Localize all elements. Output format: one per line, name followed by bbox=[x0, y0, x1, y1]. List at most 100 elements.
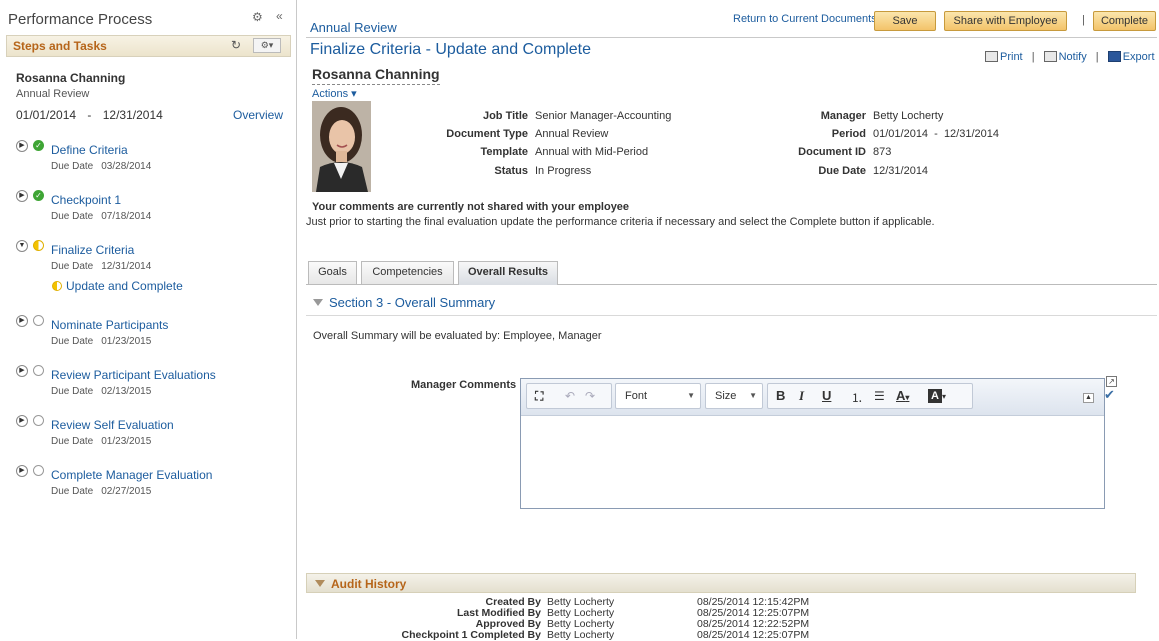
job-title-label: Job Title bbox=[482, 110, 528, 122]
expand-icon[interactable]: ▶ bbox=[16, 190, 28, 202]
background-color-glyph: A bbox=[928, 389, 942, 403]
due-label: Due Date bbox=[51, 336, 94, 347]
period-label: Period bbox=[831, 128, 866, 140]
task-link[interactable]: Checkpoint 1 bbox=[51, 193, 121, 207]
text-color-button[interactable]: A▾ bbox=[896, 388, 909, 403]
chevron-down-icon: ▼ bbox=[687, 391, 695, 400]
settings-menu-icon[interactable]: ⚙▾ bbox=[253, 38, 281, 53]
section-header[interactable]: Section 3 - Overall Summary bbox=[313, 295, 495, 310]
redo-icon[interactable]: ↷ bbox=[585, 389, 595, 403]
manager-label: Manager bbox=[820, 110, 866, 122]
in-progress-status-icon bbox=[52, 281, 62, 291]
due-date: 03/28/2014 bbox=[101, 161, 152, 172]
toolbar-group-nav: ⛶ ↶ ↷ bbox=[526, 383, 612, 409]
numbered-list-icon[interactable]: ⒈ bbox=[851, 389, 863, 406]
expand-icon[interactable]: ▶ bbox=[16, 365, 28, 377]
complete-status-icon: ✓ bbox=[33, 140, 44, 151]
task-link[interactable]: Review Participant Evaluations bbox=[51, 368, 216, 382]
print-link[interactable]: Print bbox=[1000, 51, 1023, 63]
task-link[interactable]: Review Self Evaluation bbox=[51, 418, 174, 432]
due-date-label: Due Date bbox=[818, 165, 866, 177]
due-label: Due Date bbox=[51, 436, 94, 447]
task-due: Due Date 07/18/2014 bbox=[51, 211, 151, 222]
tab-overall-results[interactable]: Overall Results bbox=[458, 261, 558, 285]
audit-label: Checkpoint 1 Completed By bbox=[401, 629, 541, 641]
size-select[interactable]: Size ▼ bbox=[705, 383, 763, 409]
printer-icon bbox=[985, 51, 998, 62]
header-separator: | bbox=[1082, 14, 1085, 26]
collapse-toolbar-icon[interactable]: ▲ bbox=[1083, 393, 1094, 403]
in-progress-status-icon bbox=[33, 240, 44, 251]
collapse-task-icon[interactable]: ▼ bbox=[16, 240, 28, 252]
collapse-icon[interactable]: « bbox=[276, 9, 283, 23]
share-with-employee-button[interactable]: Share with Employee bbox=[944, 11, 1067, 31]
due-label: Due Date bbox=[51, 261, 94, 272]
background-color-button[interactable]: A ▾ bbox=[928, 388, 946, 403]
actions-menu[interactable]: Actions ▾ bbox=[312, 87, 357, 100]
template-value: Annual with Mid-Period bbox=[535, 146, 649, 158]
expand-icon[interactable]: ▶ bbox=[16, 465, 28, 477]
underline-button[interactable]: U bbox=[822, 388, 831, 403]
tab-goals[interactable]: Goals bbox=[308, 261, 357, 285]
font-select[interactable]: Font ▼ bbox=[615, 383, 701, 409]
complete-button[interactable]: Complete bbox=[1093, 11, 1156, 31]
task-finalize-criteria: ▼ Finalize Criteria Due Date 12/31/2014 bbox=[16, 240, 286, 280]
manager-value: Betty Locherty bbox=[873, 110, 944, 122]
spell-check-icon[interactable]: ✔ bbox=[1104, 388, 1117, 401]
expand-editor-icon[interactable]: ↗ bbox=[1106, 376, 1117, 387]
bold-button[interactable]: B bbox=[776, 388, 785, 403]
italic-button[interactable]: I bbox=[799, 388, 804, 404]
employee-name: Rosanna Channing bbox=[16, 71, 126, 85]
editor-body[interactable] bbox=[521, 417, 1104, 508]
save-button[interactable]: Save bbox=[874, 11, 936, 31]
page-title: Finalize Criteria - Update and Complete bbox=[310, 41, 592, 58]
task-due: Due Date 01/23/2015 bbox=[51, 336, 151, 347]
task-link[interactable]: Finalize Criteria bbox=[51, 243, 134, 257]
expand-icon[interactable]: ▶ bbox=[16, 415, 28, 427]
due-date: 02/27/2015 bbox=[101, 486, 152, 497]
tab-competencies[interactable]: Competencies bbox=[361, 261, 454, 285]
text-color-glyph: A bbox=[896, 388, 906, 403]
panel-title: Performance Process bbox=[8, 11, 153, 28]
job-title-value: Senior Manager-Accounting bbox=[535, 110, 672, 122]
task-due: Due Date 02/13/2015 bbox=[51, 386, 151, 397]
overview-link[interactable]: Overview bbox=[233, 108, 283, 122]
not-started-status-icon bbox=[33, 365, 44, 376]
task-link[interactable]: Nominate Participants bbox=[51, 318, 168, 332]
expand-icon[interactable]: ▶ bbox=[16, 315, 28, 327]
task-checkpoint-1: ▶ ✓ Checkpoint 1 Due Date 07/18/2014 bbox=[16, 190, 286, 230]
task-due: Due Date 03/28/2014 bbox=[51, 161, 151, 172]
status-label: Status bbox=[494, 165, 528, 177]
section-title: Section 3 - Overall Summary bbox=[329, 295, 496, 310]
undo-icon[interactable]: ↶ bbox=[565, 389, 575, 403]
complete-status-icon: ✓ bbox=[33, 190, 44, 201]
audit-history-title: Audit History bbox=[315, 577, 406, 591]
document-type-label: Document Type bbox=[446, 128, 528, 140]
task-due: Due Date 01/23/2015 bbox=[51, 436, 151, 447]
task-link[interactable]: Define Criteria bbox=[51, 143, 128, 157]
export-link[interactable]: Export bbox=[1123, 51, 1155, 63]
gear-icon[interactable]: ⚙ bbox=[252, 10, 263, 24]
notify-link[interactable]: Notify bbox=[1059, 51, 1087, 63]
not-started-status-icon bbox=[33, 315, 44, 326]
audit-history-header[interactable]: Audit History bbox=[306, 573, 1136, 593]
task-define-criteria: ▶ ✓ Define Criteria Due Date 03/28/2014 bbox=[16, 140, 286, 180]
task-link[interactable]: Complete Manager Evaluation bbox=[51, 468, 212, 482]
manager-comments-editor: ⛶ ↶ ↷ Font ▼ Size ▼ B I U ⒈ ☰ A▾ A ▾ ▲ bbox=[520, 378, 1105, 509]
status-value: In Progress bbox=[535, 165, 592, 177]
task-complete-manager-evaluation: ▶ Complete Manager Evaluation Due Date 02… bbox=[16, 465, 286, 505]
editor-toolbar: ⛶ ↶ ↷ Font ▼ Size ▼ B I U ⒈ ☰ A▾ A ▾ ▲ bbox=[521, 379, 1104, 416]
refresh-icon[interactable]: ↻ bbox=[231, 38, 241, 52]
sharing-notice: Your comments are currently not shared w… bbox=[312, 201, 630, 213]
due-date: 01/23/2015 bbox=[101, 436, 152, 447]
audit-title-text: Audit History bbox=[331, 577, 407, 591]
bulleted-list-icon[interactable]: ☰ bbox=[874, 389, 885, 403]
period-separator: - bbox=[87, 108, 92, 122]
evaluated-by-text: Overall Summary will be evaluated by: Em… bbox=[313, 330, 602, 342]
subtask-update-and-complete[interactable]: Update and Complete bbox=[52, 279, 183, 293]
not-started-status-icon bbox=[33, 465, 44, 476]
maximize-icon[interactable]: ⛶ bbox=[535, 389, 543, 404]
expand-icon[interactable]: ▶ bbox=[16, 140, 28, 152]
return-to-current-documents-link[interactable]: Return to Current Documents bbox=[733, 13, 877, 25]
due-label: Due Date bbox=[51, 161, 94, 172]
